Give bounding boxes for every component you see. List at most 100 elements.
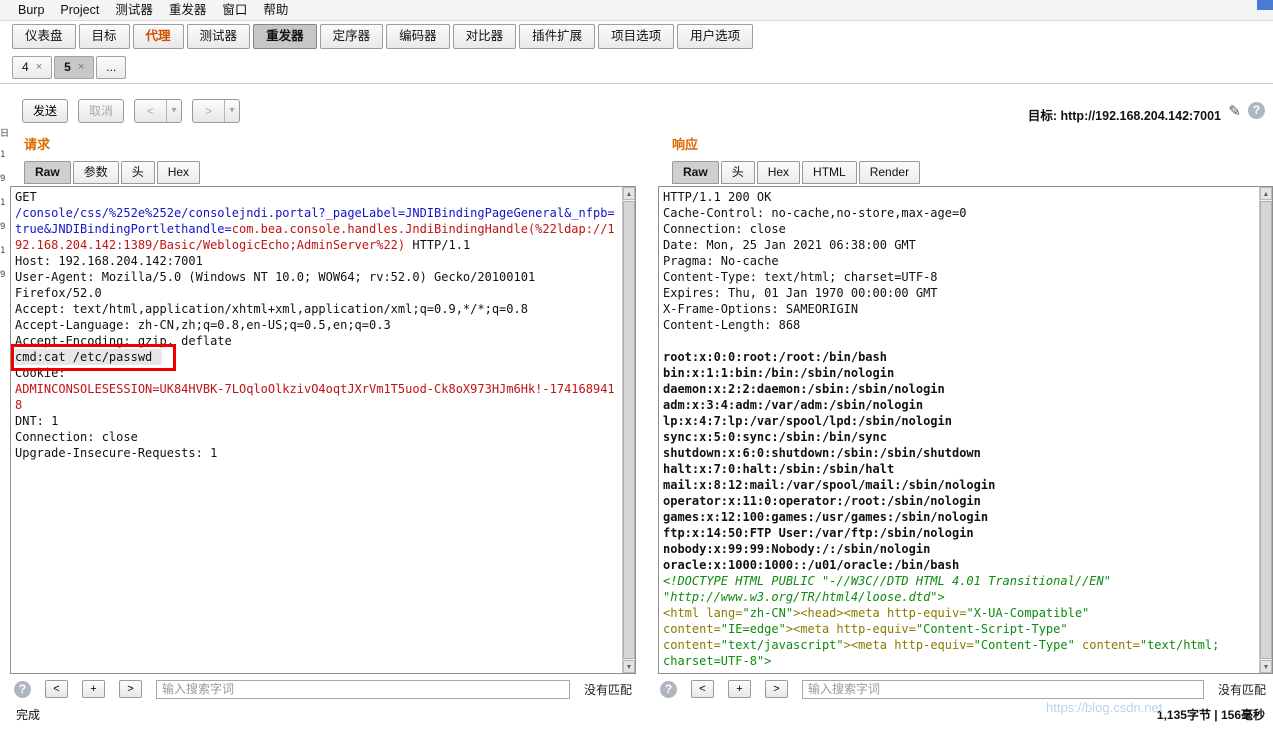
code-line: DNT: 1 [15, 413, 618, 429]
match-count-label: 没有匹配 [584, 681, 632, 698]
send-button[interactable]: 发送 [22, 99, 68, 123]
repeater-tab-4[interactable]: 4 × [12, 56, 52, 79]
code-line: adm:x:3:4:adm:/var/adm:/sbin/nologin [663, 397, 1255, 413]
response-tab-raw[interactable]: Raw [672, 161, 719, 184]
response-tab-hex[interactable]: Hex [757, 161, 800, 184]
tab-dashboard[interactable]: 仪表盘 [12, 24, 76, 49]
tab-user-options[interactable]: 用户选项 [677, 24, 753, 49]
code-line: Upgrade-Insecure-Requests: 1 [15, 445, 618, 461]
prev-request-button[interactable]: < ▾ [134, 99, 182, 123]
scrollbar-thumb[interactable] [623, 201, 635, 659]
search-next-button[interactable]: > [765, 680, 788, 698]
code-line: halt:x:7:0:halt:/sbin:/sbin/halt [663, 461, 1255, 477]
response-viewer[interactable]: HTTP/1.1 200 OKCache-Control: no-cache,n… [658, 186, 1273, 674]
code-line: nobody:x:99:99:Nobody:/:/sbin/nologin [663, 541, 1255, 557]
menu-project[interactable]: Project [52, 0, 107, 20]
next-request-button[interactable]: > ▾ [192, 99, 240, 123]
tab-intruder[interactable]: 测试器 [187, 24, 251, 49]
code-line: 92.168.204.142:1389/Basic/WeblogicEcho;A… [15, 237, 618, 253]
prev-request-label: < [135, 100, 166, 122]
tab-repeater[interactable]: 重发器 [253, 24, 317, 49]
scroll-down-icon[interactable]: ▼ [1260, 660, 1272, 673]
cancel-button[interactable]: 取消 [78, 99, 124, 123]
target-label: 目标: [1028, 109, 1057, 123]
repeater-tab-5[interactable]: 5 × [54, 56, 94, 79]
response-panel: 响应 Raw 头 Hex HTML Render HTTP/1.1 200 OK… [656, 134, 1273, 674]
tab-comparer[interactable]: 对比器 [453, 24, 517, 49]
main-tab-bar: 仪表盘 目标 代理 测试器 重发器 定序器 编码器 对比器 插件扩展 项目选项 … [12, 24, 753, 49]
code-line: Connection: close [663, 221, 1255, 237]
code-line: HTTP/1.1 200 OK [663, 189, 1255, 205]
close-tab-icon[interactable]: × [36, 57, 42, 78]
code-line: /console/css/%252e%252e/consolejndi.port… [15, 205, 618, 221]
search-prev-button[interactable]: < [45, 680, 68, 698]
menu-bar: Burp Project 测试器 重发器 窗口 帮助 [0, 0, 1273, 21]
chevron-down-icon[interactable]: ▾ [166, 100, 181, 122]
code-line: 8 [15, 397, 618, 413]
search-add-button[interactable]: + [728, 680, 751, 698]
request-title: 请求 [24, 134, 636, 153]
code-line: lp:x:4:7:lp:/var/spool/lpd:/sbin/nologin [663, 413, 1255, 429]
menu-window[interactable]: 窗口 [214, 0, 255, 20]
search-next-button[interactable]: > [119, 680, 142, 698]
request-tab-hex[interactable]: Hex [157, 161, 200, 184]
menu-help[interactable]: 帮助 [255, 0, 296, 20]
edit-target-icon[interactable]: ✎ [1228, 102, 1241, 120]
scrollbar-thumb[interactable] [1260, 201, 1272, 659]
menu-repeater[interactable]: 重发器 [161, 0, 215, 20]
code-line: sync:x:5:0:sync:/sbin:/bin/sync [663, 429, 1255, 445]
code-line: bin:x:1:1:bin:/bin:/sbin/nologin [663, 365, 1255, 381]
request-tab-headers[interactable]: 头 [121, 161, 155, 184]
code-line: oracle:x:1000:1000::/u01/oracle:/bin/bas… [663, 557, 1255, 573]
tab-extender[interactable]: 插件扩展 [519, 24, 595, 49]
response-tab-headers[interactable]: 头 [721, 161, 755, 184]
scroll-up-icon[interactable]: ▲ [623, 187, 635, 200]
request-search-bar: ? < + > 没有匹配 [14, 678, 632, 700]
next-request-label: > [193, 100, 224, 122]
request-tab-raw[interactable]: Raw [24, 161, 71, 184]
code-line [663, 333, 1255, 349]
search-add-button[interactable]: + [82, 680, 105, 698]
response-search-bar: ? < + > 没有匹配 [660, 678, 1266, 700]
response-title: 响应 [672, 134, 1273, 153]
response-tab-html[interactable]: HTML [802, 161, 857, 184]
chevron-down-icon[interactable]: ▾ [224, 100, 239, 122]
repeater-tab-4-label: 4 [22, 57, 29, 78]
scroll-up-icon[interactable]: ▲ [1260, 187, 1272, 200]
repeater-tab-more[interactable]: ... [96, 56, 126, 79]
search-input[interactable] [802, 680, 1204, 699]
tab-project-options[interactable]: 项目选项 [598, 24, 674, 49]
code-line: Cache-Control: no-cache,no-store,max-age… [663, 205, 1255, 221]
tab-target[interactable]: 目标 [79, 24, 130, 49]
repeater-tab-5-label: 5 [64, 57, 71, 78]
code-line: Connection: close [15, 429, 618, 445]
background-window-artifact [1257, 0, 1273, 10]
code-line: Content-Type: text/html; charset=UTF-8 [663, 269, 1255, 285]
code-line: User-Agent: Mozilla/5.0 (Windows NT 10.0… [15, 269, 618, 285]
tab-sequencer[interactable]: 定序器 [320, 24, 384, 49]
code-line: daemon:x:2:2:daemon:/sbin:/sbin/nologin [663, 381, 1255, 397]
request-tab-params[interactable]: 参数 [73, 161, 119, 184]
response-tab-render[interactable]: Render [859, 161, 920, 184]
annotation-highlight-box [11, 344, 176, 371]
target-line: 目标: http://192.168.204.142:7001 [1028, 105, 1221, 124]
tab-proxy[interactable]: 代理 [133, 24, 184, 49]
background-window-artifact: 日191919 [0, 126, 10, 294]
scroll-down-icon[interactable]: ▼ [623, 660, 635, 673]
request-scrollbar[interactable]: ▲ ▼ [622, 187, 635, 673]
status-done-label: 完成 [16, 706, 40, 723]
code-line: Date: Mon, 25 Jan 2021 06:38:00 GMT [663, 237, 1255, 253]
response-scrollbar[interactable]: ▲ ▼ [1259, 187, 1272, 673]
help-icon[interactable]: ? [1248, 102, 1265, 119]
tab-decoder[interactable]: 编码器 [386, 24, 450, 49]
search-prev-button[interactable]: < [691, 680, 714, 698]
menu-intruder[interactable]: 测试器 [107, 0, 161, 20]
request-editor[interactable]: GET/console/css/%252e%252e/consolejndi.p… [10, 186, 636, 674]
help-icon[interactable]: ? [660, 681, 677, 698]
status-metrics-label: 1,135字节 | 156毫秒 [1157, 706, 1265, 723]
help-icon[interactable]: ? [14, 681, 31, 698]
search-input[interactable] [156, 680, 570, 699]
menu-burp[interactable]: Burp [10, 0, 52, 20]
code-line: <html lang="zh-CN"><head><meta http-equi… [663, 605, 1255, 621]
close-tab-icon[interactable]: × [78, 57, 84, 78]
